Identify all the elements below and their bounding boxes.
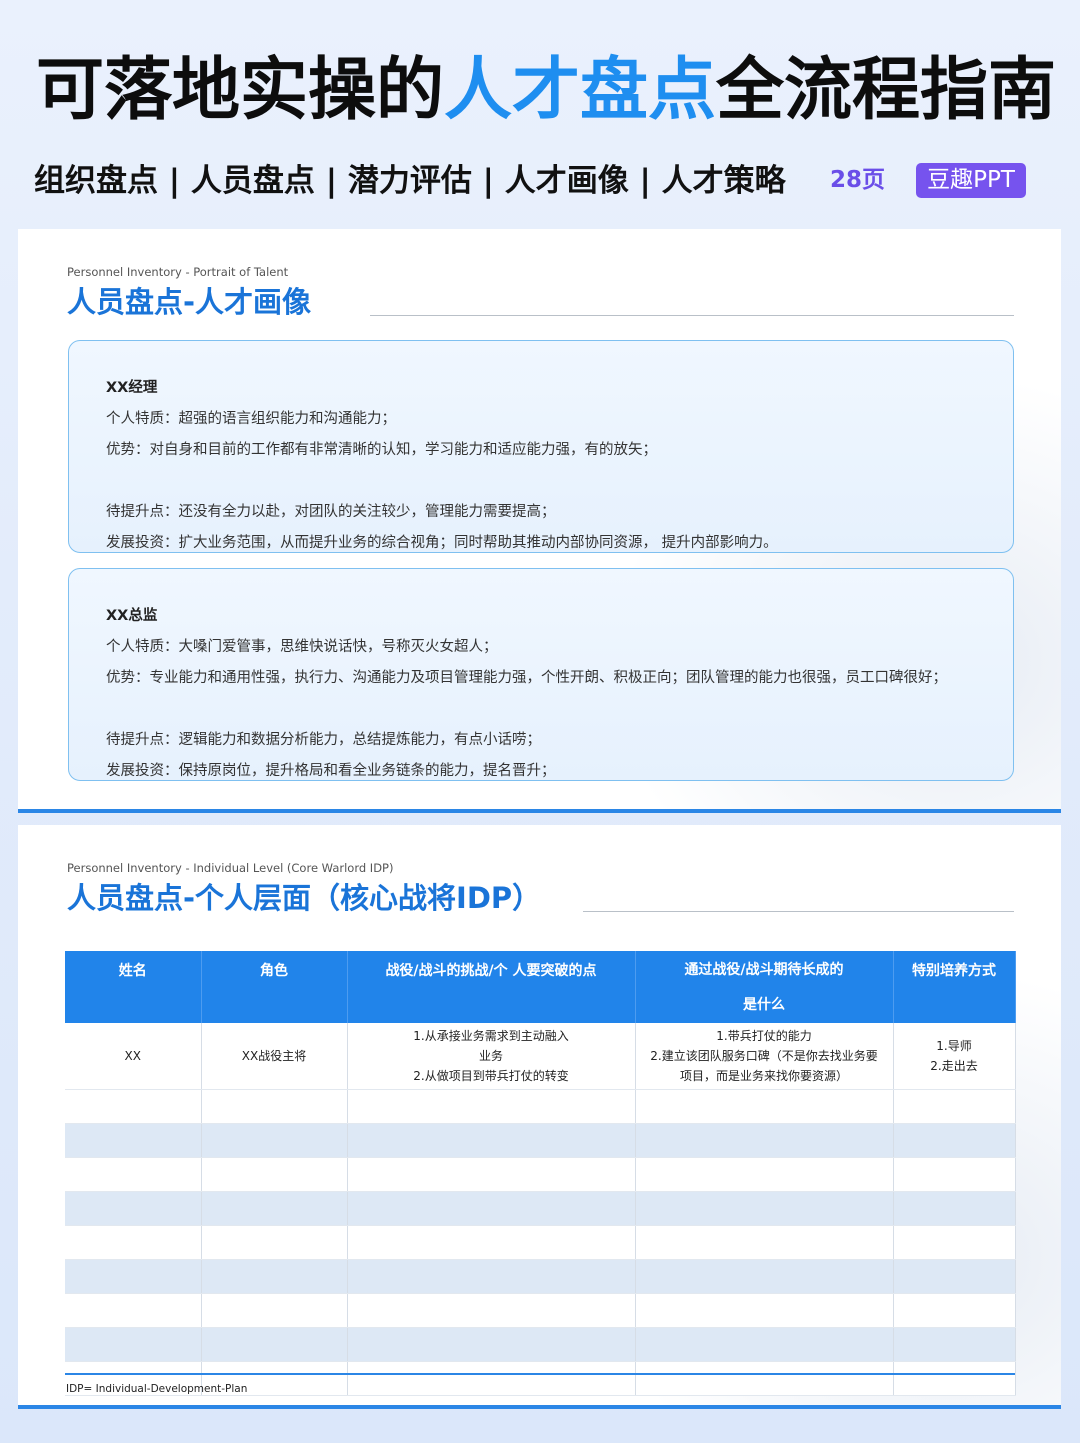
- subtitle: 组织盘点 | 人员盘点 | 潜力评估 | 人才画像 | 人才策略: [34, 163, 786, 199]
- slide-idp: Personnel Inventory - Individual Level (…: [18, 825, 1061, 1409]
- cell-name: XX: [65, 1023, 202, 1090]
- header: 可落地实操的人才盘点全流程指南 组织盘点 | 人员盘点 | 潜力评估 | 人才画…: [0, 0, 1080, 228]
- brand-badge: 豆趣PPT: [916, 163, 1026, 198]
- main-title: 可落地实操的人才盘点全流程指南: [36, 51, 1057, 130]
- table-row-empty: [65, 1191, 1016, 1226]
- slide-title: 人员盘点-个人层面（核心战将IDP）: [67, 881, 542, 915]
- table-row-empty: [65, 1157, 1016, 1192]
- slide-eyebrow: Personnel Inventory - Portrait of Talent: [67, 265, 289, 279]
- col-header-name: 姓名: [65, 951, 202, 1023]
- profile-strengths: 优势：对自身和目前的工作都有非常清晰的认知，学习能力和适应能力强，有的放矢；: [106, 442, 657, 458]
- table-row-empty: [65, 1225, 1016, 1260]
- slide-eyebrow: Personnel Inventory - Individual Level (…: [67, 861, 394, 875]
- table-header-row: 姓名 角色 战役/战斗的挑战/个 人要突破的点 通过战役/战斗期待长成的 是什么 …: [65, 951, 1016, 1023]
- table-row-empty: [65, 1123, 1016, 1158]
- cell-growth: 1.带兵打仗的能力 2.建立该团队服务口碑（不是你去找业务要 项目，而是业务来找…: [635, 1023, 894, 1090]
- profile-traits: 个人特质：大嗓门爱管事，思维快说话快，号称灭火女超人；: [106, 639, 498, 655]
- col-header-growth: 通过战役/战斗期待长成的 是什么: [635, 951, 894, 1023]
- idp-table: 姓名 角色 战役/战斗的挑战/个 人要突破的点 通过战役/战斗期待长成的 是什么 …: [65, 951, 1016, 1396]
- table-row: XX XX战役主将 1.从承接业务需求到主动融入 业务 2.从做项目到带兵打仗的…: [65, 1023, 1016, 1090]
- profile-traits: 个人特质：超强的语言组织能力和沟通能力；: [106, 411, 396, 427]
- col-header-challenge: 战役/战斗的挑战/个 人要突破的点: [347, 951, 636, 1023]
- page-count: 28页: [830, 167, 886, 193]
- profile-card: XX经理 个人特质：超强的语言组织能力和沟通能力； 优势：对自身和目前的工作都有…: [68, 340, 1014, 553]
- profile-card: XX总监 个人特质：大嗓门爱管事，思维快说话快，号称灭火女超人； 优势：专业能力…: [68, 568, 1014, 781]
- table-row-empty: [65, 1293, 1016, 1328]
- slide-title: 人员盘点-人才画像: [67, 285, 312, 319]
- col-header-role: 角色: [201, 951, 348, 1023]
- cell-challenge: 1.从承接业务需求到主动融入 业务 2.从做项目到带兵打仗的转变: [347, 1023, 636, 1090]
- table-bottom-rule: [65, 1373, 1015, 1375]
- title-divider: [583, 911, 1014, 912]
- col-header-training: 特别培养方式: [893, 951, 1016, 1023]
- profile-improve: 待提升点：逻辑能力和数据分析能力，总结提炼能力，有点小话唠；: [106, 732, 541, 748]
- profile-name: XX总监: [106, 608, 158, 624]
- profile-invest: 发展投资：扩大业务范围，从而提升业务的综合视角；同时帮助其推动内部协同资源， 提…: [106, 535, 778, 551]
- profile-invest: 发展投资：保持原岗位，提升格局和看全业务链条的能力，提名晋升；: [106, 763, 556, 779]
- cell-training: 1.导师 2.走出去: [893, 1023, 1016, 1090]
- profile-name: XX经理: [106, 380, 158, 396]
- cell-role: XX战役主将: [201, 1023, 348, 1090]
- table-row-empty: [65, 1327, 1016, 1362]
- title-divider: [370, 315, 1014, 316]
- table-row-empty: [65, 1089, 1016, 1124]
- slide-talent-portrait: Personnel Inventory - Portrait of Talent…: [18, 229, 1061, 813]
- table-row-empty: [65, 1259, 1016, 1294]
- profile-strengths: 优势：专业能力和通用性强，执行力、沟通能力及项目管理能力强，个性开朗、积极正向；…: [106, 670, 947, 686]
- profile-improve: 待提升点：还没有全力以赴，对团队的关注较少，管理能力需要提高；: [106, 504, 556, 520]
- footnote: IDP= Individual-Development-Plan: [66, 1383, 248, 1395]
